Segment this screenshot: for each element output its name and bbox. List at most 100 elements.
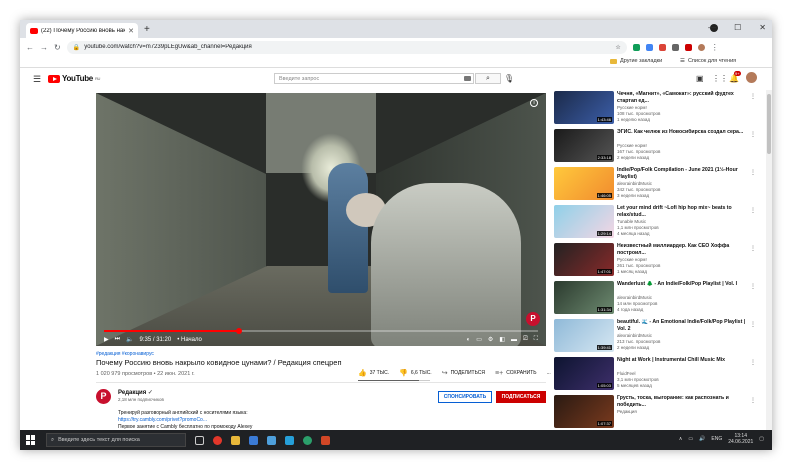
- video-thumbnail[interactable]: 1:05:03: [554, 357, 614, 390]
- account-avatar[interactable]: [746, 72, 757, 83]
- channel-watermark[interactable]: Р: [526, 312, 540, 326]
- next-icon[interactable]: ⏭: [115, 336, 120, 343]
- reload-icon[interactable]: ↻: [54, 43, 61, 52]
- share-button[interactable]: ↪ ПОДЕЛИТЬСЯ: [442, 369, 485, 377]
- mail-icon[interactable]: [267, 435, 276, 445]
- video-thumbnail[interactable]: 1:07:37: [554, 395, 614, 428]
- opera-icon[interactable]: [213, 435, 222, 445]
- taskbar-search-input[interactable]: ⌕ Введите здесь текст для поиска: [46, 433, 186, 447]
- play-icon[interactable]: ▶: [104, 336, 109, 343]
- related-video-title[interactable]: Неизвестный миллиардер. Как CEO Хоффа по…: [617, 243, 747, 256]
- like-button[interactable]: 👍 37 ТЫС.: [358, 369, 389, 377]
- progress-bar[interactable]: [104, 328, 538, 334]
- fullscreen-icon[interactable]: ⛶: [534, 336, 538, 343]
- related-video-channel[interactable]: FluidFeel: [617, 371, 636, 376]
- related-video-item[interactable]: 1:07:37 Грусть, тоска, выгорание: как рас…: [554, 395, 764, 429]
- related-video-channel[interactable]: Tunable Music: [617, 219, 646, 224]
- more-options-icon[interactable]: ⋮: [750, 207, 756, 214]
- search-button[interactable]: ⌕: [475, 73, 501, 84]
- related-video-title[interactable]: Грусть, тоска, выгорание: как распознать…: [617, 395, 747, 408]
- address-bar[interactable]: 🔒 youtube.com/watch?v=m7239pLEgUw&ab_cha…: [66, 40, 627, 54]
- channel-name[interactable]: Редакция ✓: [118, 389, 153, 396]
- minimize-icon[interactable]: —: [708, 23, 716, 32]
- extension-icon[interactable]: [658, 43, 666, 51]
- tray-chevron-icon[interactable]: ∧: [679, 436, 683, 442]
- extension-icon[interactable]: [671, 43, 679, 51]
- chapter-label[interactable]: • Начало: [177, 337, 202, 343]
- task-view-icon[interactable]: [195, 435, 204, 445]
- video-thumbnail[interactable]: 1:46:05: [554, 167, 614, 200]
- video-thumbnail[interactable]: 2:33:18: [554, 129, 614, 162]
- related-video-title[interactable]: ЭГИС. Как челюк из Новосибирска создал с…: [617, 129, 747, 136]
- related-video-item[interactable]: 1:46:05 Indie/Pop/Folk Compilation - June…: [554, 167, 764, 201]
- close-tab-icon[interactable]: ✕: [128, 27, 134, 35]
- store-icon[interactable]: [249, 435, 258, 445]
- related-video-channel[interactable]: Русские норм!: [617, 257, 647, 262]
- back-icon[interactable]: ←: [26, 43, 34, 52]
- settings-gear-icon[interactable]: ⚙: [488, 336, 493, 343]
- info-icon[interactable]: i: [530, 99, 538, 107]
- skype-icon[interactable]: [285, 435, 294, 445]
- extension-icon[interactable]: [632, 43, 640, 51]
- keyboard-icon[interactable]: [464, 76, 471, 81]
- profile-avatar-icon[interactable]: [697, 43, 705, 51]
- powerpoint-icon[interactable]: [321, 435, 330, 445]
- related-video-item[interactable]: 1:39:41 beautiful. 🌊 - An Emotional Indie…: [554, 319, 764, 353]
- related-video-title[interactable]: Let your mind drift ~Lofi hip hop mix~ b…: [617, 205, 747, 218]
- notifications-center-icon[interactable]: ▢: [759, 436, 764, 442]
- star-icon[interactable]: ☆: [615, 44, 620, 51]
- subtitles-icon[interactable]: ▭: [476, 336, 482, 343]
- language-indicator[interactable]: ENG: [711, 436, 722, 442]
- save-button[interactable]: ≡+ СОХРАНИТЬ: [495, 370, 537, 377]
- description-link[interactable]: https://try.cambly.com/privet?promoCo...: [118, 417, 252, 424]
- file-explorer-icon[interactable]: [231, 435, 240, 445]
- create-video-icon[interactable]: ▣: [696, 74, 704, 83]
- video-thumbnail[interactable]: 1:43:46: [554, 91, 614, 124]
- edge-icon[interactable]: [303, 435, 312, 445]
- related-video-item[interactable]: 1:05:03 Night at Work | Instrumental Chil…: [554, 357, 764, 391]
- extension-icon[interactable]: [645, 43, 653, 51]
- hamburger-menu-icon[interactable]: ☰: [33, 74, 41, 85]
- related-video-title[interactable]: beautiful. 🌊 - An Emotional Indie/Folk/P…: [617, 319, 747, 332]
- related-video-item[interactable]: 1:47:01 Неизвестный миллиардер. Как CEO Х…: [554, 243, 764, 277]
- miniplayer-icon[interactable]: ◧: [499, 336, 505, 343]
- more-options-icon[interactable]: ⋮: [750, 245, 756, 252]
- page-scrollbar[interactable]: [766, 90, 772, 430]
- video-player[interactable]: i Р ▶ ⏭ 🔈 9:35 / 31:20 • Начало ◐ ▭ ⚙ ◧ …: [96, 93, 546, 346]
- browser-tab[interactable]: (22) Почему Россию вновь накрыл ✕: [26, 23, 138, 38]
- more-actions-button[interactable]: ...: [547, 370, 551, 376]
- volume-icon[interactable]: 🔈: [126, 336, 133, 343]
- dislike-button[interactable]: 👎 6,6 ТЫС.: [399, 369, 432, 377]
- autoplay-toggle-icon[interactable]: ◐: [467, 337, 471, 343]
- related-video-channel[interactable]: Русские норм!: [617, 105, 647, 110]
- more-options-icon[interactable]: ⋮: [750, 131, 756, 138]
- maximize-icon[interactable]: ☐: [734, 23, 741, 32]
- related-video-item[interactable]: 1:43:46 Чечня, «Магнит», «Самокат»: русск…: [554, 91, 764, 125]
- related-video-channel[interactable]: Русские норм!: [617, 143, 647, 148]
- subscribe-button[interactable]: ПОДПИСАТЬСЯ: [496, 391, 546, 403]
- related-video-item[interactable]: 1:29:14 Let your mind drift ~Lofi hip hop…: [554, 205, 764, 239]
- youtube-logo[interactable]: YouTube RU: [48, 74, 100, 83]
- related-video-title[interactable]: Night at Work | Instrumental Chill Music…: [617, 357, 747, 364]
- clock[interactable]: 13:14 24.06.2021: [728, 433, 753, 445]
- bookmark-other-folder[interactable]: Другие закладки: [610, 58, 662, 64]
- channel-avatar[interactable]: Р: [96, 389, 111, 404]
- windows-start-icon[interactable]: [26, 435, 36, 445]
- more-options-icon[interactable]: ⋮: [750, 321, 756, 328]
- more-options-icon[interactable]: ⋮: [750, 359, 756, 366]
- new-tab-icon[interactable]: +: [144, 24, 150, 35]
- related-video-channel[interactable]: alexrainbirdMusic: [617, 181, 652, 186]
- more-options-icon[interactable]: ⋮: [750, 169, 756, 176]
- scrollbar-thumb[interactable]: [767, 94, 771, 154]
- theater-mode-icon[interactable]: ▬: [511, 337, 517, 343]
- reading-list[interactable]: ☰ Список для чтения: [680, 58, 736, 64]
- related-video-channel[interactable]: Редакция: [617, 409, 637, 414]
- related-video-title[interactable]: Indie/Pop/Folk Compilation - June 2021 (…: [617, 167, 747, 180]
- apps-grid-icon[interactable]: ⋮⋮: [712, 74, 728, 83]
- more-options-icon[interactable]: ⋮: [750, 93, 756, 100]
- related-video-channel[interactable]: alexrainbirdMusic: [617, 333, 652, 338]
- more-options-icon[interactable]: ⋮: [750, 283, 756, 290]
- volume-tray-icon[interactable]: 🔊: [699, 436, 705, 442]
- video-thumbnail[interactable]: 1:39:41: [554, 319, 614, 352]
- close-window-icon[interactable]: ✕: [759, 23, 766, 32]
